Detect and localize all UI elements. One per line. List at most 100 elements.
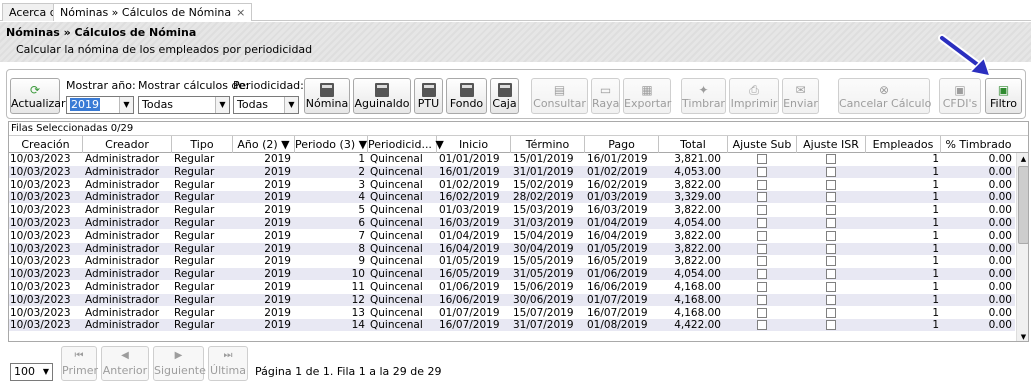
enviar-button[interactable]: ✉ Enviar [782,78,819,114]
nomina-button[interactable]: Nómina [304,78,350,114]
ajuste-sub-checkbox[interactable] [757,166,767,177]
fondo-button[interactable]: Fondo [446,78,487,114]
ajuste-isr-checkbox[interactable] [826,269,836,280]
table-cell: 2019 [264,293,291,306]
scroll-down-icon[interactable]: ▼ [1017,331,1028,341]
caja-button[interactable]: Caja [490,78,519,114]
ajuste-sub-checkbox[interactable] [757,282,767,292]
table-row[interactable]: 10/03/2023 Administrador Regular 2019 3 Quinc… [9,179,1015,191]
ajuste-isr-checkbox[interactable] [826,218,836,228]
timbrar-button[interactable]: ✦ Timbrar [681,78,726,114]
raya-button[interactable]: ▭ Raya [591,78,620,114]
table-cell: 31/01/2019 [513,165,574,178]
tab-calculos-nomina[interactable]: Nóminas » Cálculos de Nómina × [53,3,253,21]
ajuste-isr-checkbox[interactable] [826,230,836,241]
ajuste-sub-checkbox[interactable] [757,179,767,190]
exportar-button[interactable]: ▦ Exportar [623,78,671,114]
table-row[interactable]: 10/03/2023 Administrador Regular 2019 7 Quinc… [9,230,1015,242]
table-cell: 15/02/2019 [513,178,574,191]
table-row[interactable]: 10/03/2023 Administrador Regular 2019 5 Quinc… [9,204,1015,216]
column-header[interactable]: Creación [9,136,83,153]
ajuste-isr-checkbox[interactable] [826,294,836,305]
vertical-scrollbar[interactable]: ▲ ▼ [1016,153,1028,341]
ajuste-sub-checkbox[interactable] [757,230,767,241]
column-header[interactable]: Pago [585,136,659,153]
column-header[interactable]: Empleados [866,136,941,153]
button-label: CFDI's [942,97,978,110]
table-row[interactable]: 10/03/2023 Administrador Regular 2019 13 Quin… [9,307,1015,319]
ajuste-sub-checkbox[interactable] [757,154,767,164]
table-cell: Quincenal [370,191,423,204]
column-header[interactable]: % Timbrado [941,136,1016,153]
ajuste-isr-checkbox[interactable] [826,192,836,203]
table-row[interactable]: 10/03/2023 Administrador Regular 2019 1 Quinc… [9,153,1015,165]
ptu-button[interactable]: PTU [414,78,443,114]
next-page-button[interactable]: ▶ Siguiente [153,346,206,381]
column-header[interactable]: Periodo (3) ▼ [295,136,368,153]
ajuste-isr-checkbox[interactable] [826,179,836,190]
cfdis-button[interactable]: ▣ CFDI's [939,78,981,114]
table-cell: Quincenal [370,319,423,332]
table-cell: Regular [174,306,215,319]
ajuste-isr-checkbox[interactable] [826,166,836,177]
table-row[interactable]: 10/03/2023 Administrador Regular 2019 2 Quinc… [9,165,1015,178]
column-header[interactable]: Total [659,136,728,153]
ajuste-sub-checkbox[interactable] [757,205,767,216]
first-page-button[interactable]: ⏮ Primer [61,346,98,381]
column-header[interactable]: Ajuste ISR [797,136,866,153]
table-row[interactable]: 10/03/2023 Administrador Regular 2019 11 Quin… [9,281,1015,293]
aguinaldo-button[interactable]: Aguinaldo [353,78,411,114]
consultar-button[interactable]: ▤ Consultar [531,78,588,114]
ajuste-sub-checkbox[interactable] [757,256,767,267]
refresh-button[interactable]: ⟳ Actualizar [10,78,66,114]
ajuste-isr-checkbox[interactable] [826,282,836,292]
ajuste-sub-checkbox[interactable] [757,269,767,280]
last-page-button[interactable]: ⏭ Última [208,346,248,381]
table-cell: 10/03/2023 [10,281,71,293]
table-row[interactable]: 10/03/2023 Administrador Regular 2019 6 Quinc… [9,217,1015,229]
filtro-button[interactable]: ▣ Filtro [985,78,1022,114]
ajuste-sub-checkbox[interactable] [757,192,767,203]
ajuste-isr-checkbox[interactable] [826,256,836,267]
ajuste-isr-checkbox[interactable] [826,154,836,164]
column-header[interactable]: Inicio [437,136,511,153]
page-size-select[interactable]: 100 ▼ [10,363,53,381]
column-header[interactable]: Periodicid... ▼ [368,136,444,153]
year-select[interactable]: 2019 ▼ [66,96,134,114]
ajuste-sub-checkbox[interactable] [757,218,767,228]
cancelar-calculo-button[interactable]: ⊗ Cancelar Cálculo [838,78,931,114]
list-icon: ▭ [599,83,612,97]
table-cell: 8 [358,242,365,255]
imprimir-button[interactable]: ⎙ Imprimir [729,78,779,114]
previous-page-button[interactable]: ◀ Anterior [101,346,149,381]
column-header[interactable]: Tipo [172,136,233,153]
table-row[interactable]: 10/03/2023 Administrador Regular 2019 10 Quin… [9,268,1015,281]
table-row[interactable]: 10/03/2023 Administrador Regular 2019 9 Quinc… [9,255,1015,267]
table-row[interactable]: 10/03/2023 Administrador Regular 2019 14 Quin… [9,319,1015,332]
column-header[interactable]: Ajuste Sub [728,136,797,153]
table-cell: 1 [358,153,365,165]
ajuste-sub-checkbox[interactable] [757,243,767,254]
calc-select[interactable]: Todas ▼ [138,96,230,114]
ajuste-isr-checkbox[interactable] [826,205,836,216]
ajuste-isr-checkbox[interactable] [826,320,836,331]
period-select[interactable]: Todas ▼ [233,96,299,114]
column-header[interactable]: Año (2) ▼ [233,136,295,153]
table-cell: 15/04/2019 [513,229,574,242]
scroll-up-icon[interactable]: ▲ [1017,153,1028,165]
table-cell: 1 [932,191,939,204]
scroll-thumb[interactable] [1018,166,1028,244]
ajuste-isr-checkbox[interactable] [826,243,836,254]
button-label: Nómina [305,97,349,110]
ajuste-isr-checkbox[interactable] [826,307,836,318]
column-header[interactable]: Término [511,136,585,153]
ajuste-sub-checkbox[interactable] [757,320,767,331]
column-header[interactable]: Creador [83,136,172,153]
ajuste-sub-checkbox[interactable] [757,294,767,305]
table-cell: 4,053.00 [674,165,721,178]
table-row[interactable]: 10/03/2023 Administrador Regular 2019 8 Quinc… [9,242,1015,255]
close-icon[interactable]: × [236,6,245,19]
table-row[interactable]: 10/03/2023 Administrador Regular 2019 4 Quinc… [9,191,1015,204]
table-row[interactable]: 10/03/2023 Administrador Regular 2019 12 Quin… [9,293,1015,306]
ajuste-sub-checkbox[interactable] [757,307,767,318]
